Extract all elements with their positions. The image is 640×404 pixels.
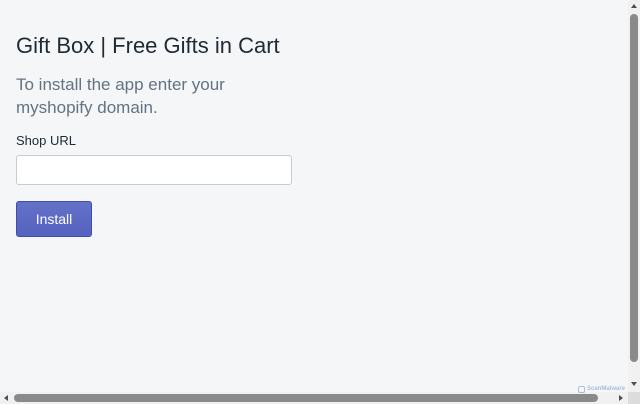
scroll-up-arrow-icon[interactable]: [631, 4, 637, 8]
page-title: Gift Box | Free Gifts in Cart: [16, 33, 280, 58]
scan-shield-icon: [578, 385, 585, 393]
vertical-scrollbar-thumb[interactable]: [630, 14, 638, 362]
scroll-right-arrow-icon[interactable]: [619, 395, 623, 401]
horizontal-scrollbar[interactable]: [0, 392, 628, 404]
scanmalware-watermark: ScanMalware: [578, 384, 625, 394]
install-button[interactable]: Install: [16, 201, 92, 237]
shop-url-label: Shop URL: [16, 133, 76, 148]
shop-url-input[interactable]: [16, 155, 292, 185]
horizontal-scrollbar-thumb[interactable]: [14, 394, 598, 402]
watermark-text: ScanMalware: [587, 386, 626, 392]
scrollbar-corner: [628, 392, 640, 404]
page-viewport: Gift Box | Free Gifts in Cart To install…: [0, 0, 628, 392]
install-form-container: Gift Box | Free Gifts in Cart To install…: [16, 33, 316, 237]
install-instructions: To install the app enter your myshopify …: [16, 75, 225, 117]
scroll-down-arrow-icon[interactable]: [631, 382, 637, 386]
scroll-left-arrow-icon[interactable]: [4, 395, 8, 401]
vertical-scrollbar[interactable]: [628, 0, 640, 392]
